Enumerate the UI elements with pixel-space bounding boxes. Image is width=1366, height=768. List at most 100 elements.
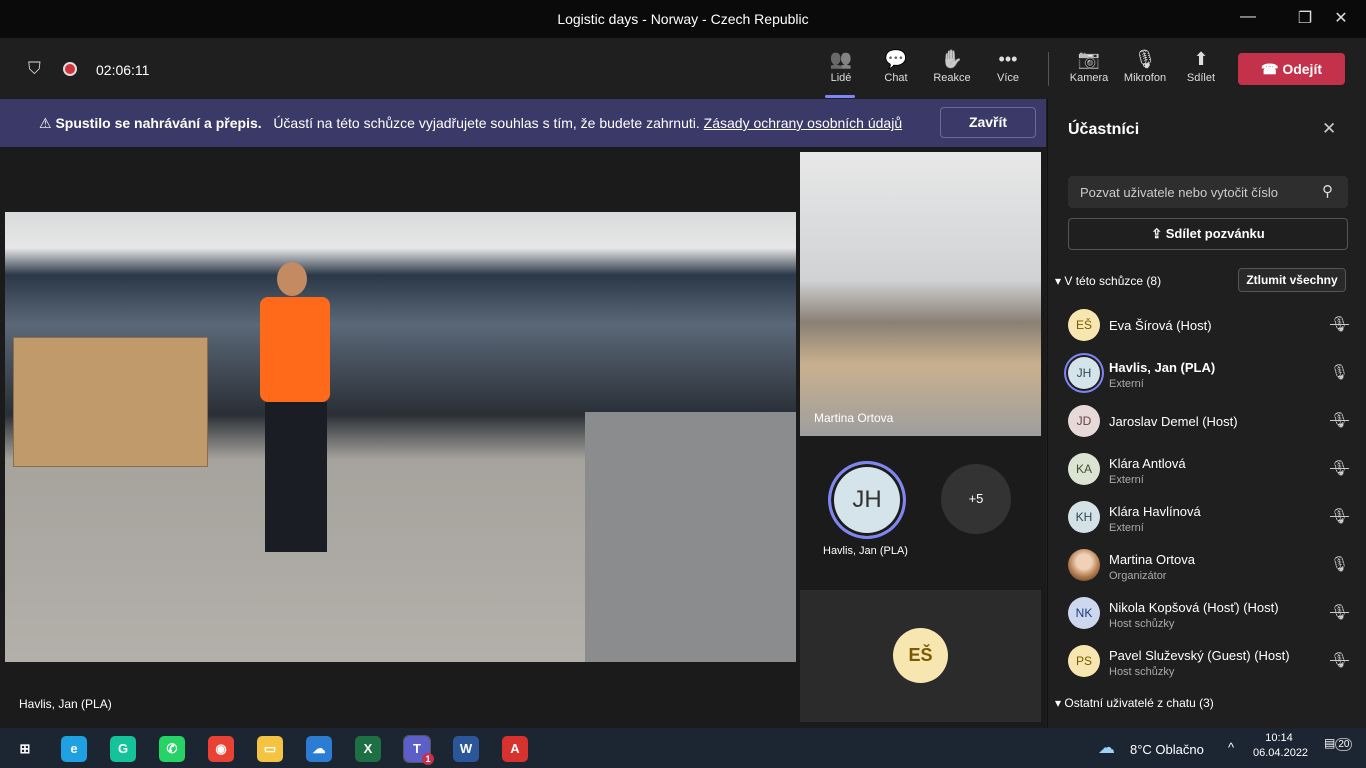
chevron-up-icon[interactable]: ^ (1228, 740, 1234, 755)
privacy-link[interactable]: Zásady ochrany osobních údajů (704, 115, 902, 131)
participant-name: Pavel Služevský (Guest) (Host) (1109, 648, 1290, 663)
close-banner-button[interactable]: Zavřít (940, 107, 1036, 138)
mic-muted-icon[interactable]: 🎙 (1330, 315, 1349, 333)
weather-text[interactable]: 8°C Oblačno (1130, 742, 1204, 757)
participant-row[interactable]: NK Nikola Kopšová (Hosť) (Host) Host sch… (1068, 597, 1358, 645)
mic-muted-icon[interactable]: 🎙 (1330, 411, 1349, 429)
share-icon: ⇪ (1151, 226, 1166, 241)
main-video[interactable] (5, 212, 796, 662)
participant-row[interactable]: PS Pavel Služevský (Guest) (Host) Host s… (1068, 645, 1358, 693)
teams-icon[interactable]: T1 (403, 735, 434, 765)
chrome-icon[interactable]: ◉ (208, 736, 234, 762)
toolbar-reaction-button[interactable]: ✋ Reakce (926, 48, 978, 84)
maximize-button[interactable]: ❐ (1294, 8, 1316, 30)
mute-all-button[interactable]: Ztlumit všechny (1238, 268, 1346, 292)
participant-row[interactable]: JH Havlis, Jan (PLA) Externí 🎙 (1068, 357, 1358, 405)
avatar: KH (1068, 501, 1100, 533)
share-invite-button[interactable]: ⇪ Sdílet pozvánku (1068, 218, 1348, 250)
acrobat-icon[interactable]: A (502, 736, 528, 762)
recording-banner: ⚠ Spustilo se nahrávání a přepis. Účastí… (0, 99, 1046, 147)
banner-title: Spustilo se nahrávání a přepis. (55, 115, 262, 131)
share-icon: ⬆ (1193, 49, 1209, 69)
whatsapp-icon[interactable]: ✆ (159, 736, 185, 762)
participant-role: Host schůzky (1109, 618, 1175, 630)
shield-icon: ⛉ (28, 59, 41, 78)
toolbar-camera-off-button[interactable]: 📷 Kamera (1063, 48, 1115, 84)
more-participants-button[interactable]: +5 (941, 464, 1011, 534)
toolbar-share-button[interactable]: ⬆ Sdílet (1175, 48, 1227, 84)
recording-icon (63, 62, 77, 76)
toolbar-more-button[interactable]: ••• Více (982, 48, 1034, 84)
invite-input[interactable]: Pozvat uživatele nebo vytočit číslo ⚲ (1068, 176, 1348, 208)
people-icon: 👥 (829, 49, 853, 69)
participant-row[interactable]: KH Klára Havlínová Externí 🎙 (1068, 501, 1358, 549)
leave-button[interactable]: ☎ Odejít (1238, 53, 1345, 85)
file-explorer-icon[interactable]: ▭ (257, 736, 283, 762)
video-tile-es[interactable]: EŠ (800, 590, 1041, 722)
notifications-icon[interactable]: ▤ 20 (1324, 736, 1353, 751)
outlook-icon[interactable]: ☁ (306, 736, 332, 762)
mic-icon[interactable]: 🎙 (1330, 555, 1349, 573)
edge-icon[interactable]: e (61, 736, 87, 762)
avatar (1068, 549, 1100, 581)
meeting-toolbar: ⛉ 02:06:11 👥 Lidé 💬 Chat ✋ Reakce ••• Více 📷 Kame… (0, 38, 1366, 99)
video-tile-martina[interactable]: Martina Ortova (800, 152, 1041, 436)
section-chat-users[interactable]: ▾ Ostatní uživatelé z chatu (3) (1055, 696, 1214, 710)
participant-role: Externí (1109, 378, 1144, 390)
video-stage: Havlis, Jan (PLA) Martina Ortova JH Havl… (0, 147, 1046, 728)
participant-name: Nikola Kopšová (Hosť) (Host) (1109, 600, 1279, 615)
title-bar: Logistic days - Norway - Czech Republic … (0, 0, 1366, 38)
participant-name: Martina Ortova (1109, 552, 1195, 567)
excel-icon[interactable]: X (355, 736, 381, 762)
more-icon: ••• (998, 49, 1018, 69)
mic-muted-icon[interactable]: 🎙 (1330, 507, 1349, 525)
search-icon: ⚲ (1322, 183, 1333, 200)
reaction-icon: ✋ (940, 49, 964, 69)
main-video-label: Havlis, Jan (PLA) (13, 694, 118, 714)
weather-cloud-icon: ☁ (1098, 738, 1115, 757)
avatar: KA (1068, 453, 1100, 485)
participant-row[interactable]: EŠ Eva Šírová (Host) 🎙 (1068, 309, 1358, 357)
participant-name: Havlis, Jan (PLA) (1109, 360, 1216, 375)
avatar: JD (1068, 405, 1100, 437)
grammarly-icon[interactable]: G (110, 736, 136, 762)
avatar: JH (1068, 357, 1100, 389)
participant-name: Eva Šírová (Host) (1109, 318, 1212, 333)
word-icon[interactable]: W (453, 736, 479, 762)
divider (1048, 52, 1049, 86)
avatar-es: EŠ (893, 628, 948, 683)
mic-icon[interactable]: 🎙 (1330, 363, 1349, 381)
banner-text: Účastí na této schůzce vyjadřujete souhl… (273, 115, 700, 131)
window-title: Logistic days - Norway - Czech Republic (557, 11, 809, 27)
participant-row[interactable]: JD Jaroslav Demel (Host) 🎙 (1068, 405, 1358, 453)
avatar: EŠ (1068, 309, 1100, 341)
start-icon[interactable]: ⊞ (12, 736, 38, 762)
minimize-button[interactable]: — (1237, 8, 1259, 30)
close-panel-icon[interactable]: ✕ (1322, 119, 1336, 139)
section-in-meeting[interactable]: ▾ V této schůzce (8) (1055, 274, 1161, 288)
close-window-button[interactable]: ✕ (1330, 8, 1352, 30)
mic-muted-icon[interactable]: 🎙 (1330, 603, 1349, 621)
toolbar-mic-off-button[interactable]: 🎙 Mikrofon (1119, 48, 1171, 84)
active-tab-indicator (825, 95, 855, 98)
tile-label: Martina Ortova (814, 411, 894, 425)
mic-muted-icon[interactable]: 🎙 (1330, 651, 1349, 669)
avatar: NK (1068, 597, 1100, 629)
participant-name: Klára Antlová (1109, 456, 1186, 471)
participants-panel: Účastníci ✕ Pozvat uživatele nebo vytoči… (1047, 99, 1366, 728)
avatar-jh-label: Havlis, Jan (PLA) (823, 545, 908, 557)
avatar: PS (1068, 645, 1100, 677)
mic-off-icon: 🎙 (1133, 49, 1157, 69)
taskbar: ⊞ e G ✆ ◉ ▭ ☁ X T 1 W A ☁ 8°C Oblačno ^ 10:14 06.04.… (0, 728, 1366, 768)
participant-row[interactable]: Martina Ortova Organizátor 🎙 (1068, 549, 1358, 597)
meeting-timer: 02:06:11 (96, 62, 150, 78)
clock[interactable]: 10:14 06.04.2022 (1253, 732, 1308, 759)
participant-row[interactable]: KA Klára Antlová Externí 🎙 (1068, 453, 1358, 501)
participant-role: Host schůzky (1109, 666, 1175, 678)
toolbar-chat-button[interactable]: 💬 Chat (870, 48, 922, 84)
mic-muted-icon[interactable]: 🎙 (1330, 459, 1349, 477)
toolbar-people-button[interactable]: 👥 Lidé (815, 48, 867, 84)
participant-role: Externí (1109, 522, 1144, 534)
camera-off-icon: 📷 (1077, 49, 1101, 69)
avatar-jh[interactable]: JH (828, 461, 906, 539)
